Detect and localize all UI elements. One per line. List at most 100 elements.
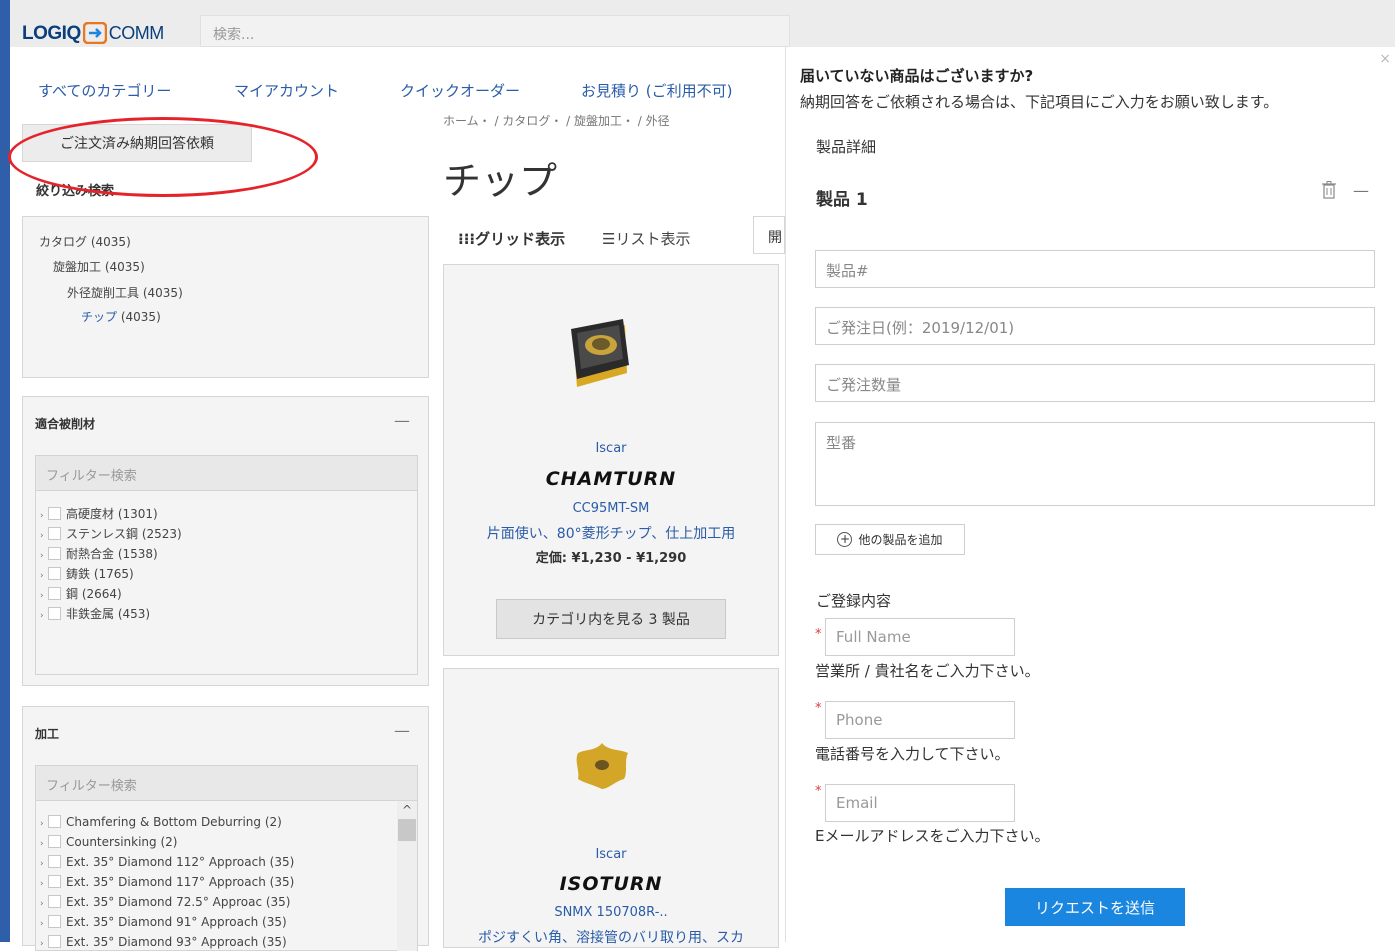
full-name-input[interactable]: Full Name	[825, 618, 1015, 656]
list-icon: ☰	[602, 230, 616, 248]
delivery-inquiry-modal: × 届いていない商品はございますか? 納期回答をご依頼される場合は、下記項目にご…	[785, 47, 1395, 942]
machining-item[interactable]: › Ext. 35° Diamond 72.5° Approac (35)	[40, 895, 290, 909]
checkbox[interactable]	[48, 895, 61, 908]
nav-all-categories[interactable]: すべてのカテゴリー	[38, 80, 171, 101]
checkbox[interactable]	[48, 547, 61, 560]
phone-input[interactable]: Phone	[825, 701, 1015, 739]
product-card[interactable]: Iscar ISOTURN SNMX 150708R-.. ポジすくい角、溶接管…	[443, 668, 779, 948]
machining-filter-input[interactable]: フィルター検索	[35, 765, 418, 801]
machining-item[interactable]: › Countersinking (2)	[40, 835, 177, 849]
order-date-input[interactable]: ご発注日(例：2019/12/01)	[815, 307, 1375, 345]
logo-arrow-icon	[82, 22, 107, 44]
add-product-button[interactable]: + 他の製品を追加	[815, 524, 965, 555]
material-item[interactable]: › ステンレス鋼 (2523)	[40, 525, 182, 542]
product-code[interactable]: SNMX 150708R-..	[444, 905, 778, 920]
required-asterisk: *	[815, 627, 822, 642]
collapse-icon[interactable]: —	[1353, 181, 1369, 200]
product-series-logo: CHAMTURN	[545, 468, 677, 490]
machining-item[interactable]: › Ext. 35° Diamond 117° Approach (35)	[40, 875, 294, 889]
insert-chip-image	[576, 743, 628, 789]
machining-item[interactable]: › Ext. 35° Diamond 91° Approach (35)	[40, 915, 287, 929]
product-number-heading: 製品 1	[816, 190, 868, 210]
product-description[interactable]: 片面使い、80°菱形チップ、仕上加工用	[444, 523, 778, 543]
scroll-up-icon[interactable]: ^	[397, 801, 417, 817]
page-title: チップ	[443, 159, 558, 203]
machining-item[interactable]: › Ext. 35° Diamond 112° Approach (35)	[40, 855, 294, 869]
checkbox[interactable]	[48, 835, 61, 848]
order-quantity-input[interactable]: ご発注数量	[815, 364, 1375, 402]
email-hint: Eメールアドレスをご入力下さい。	[815, 827, 1050, 845]
grid-view-toggle[interactable]: ⁝⁝⁝グリッド表示	[458, 228, 565, 249]
red-annotation-circle	[8, 117, 318, 197]
logo[interactable]: LOGIQ COMM	[22, 22, 164, 45]
product-price: 定価: ¥1,230 - ¥1,290	[535, 551, 687, 566]
modal-subtitle: 納期回答をご依頼される場合は、下記項目にご入力をお願い致します。	[800, 93, 1279, 111]
plus-circle-icon: +	[837, 532, 853, 547]
material-filter-section: 適合被削材 — フィルター検索 › 高硬度材 (1301) › ステンレス鋼 (25…	[22, 396, 429, 686]
product-details-heading: 製品詳細	[816, 138, 877, 156]
category-lathe[interactable]: 旋盤加工 (4035)	[53, 258, 145, 275]
checkbox[interactable]	[48, 855, 61, 868]
product-brand[interactable]: Iscar	[444, 847, 778, 862]
material-title: 適合被削材	[35, 417, 96, 431]
trash-icon[interactable]	[1322, 181, 1336, 199]
nav-quote[interactable]: お見積り (ご利用不可)	[581, 80, 732, 101]
modal-title: 届いていない商品はございますか?	[800, 67, 1034, 85]
material-item[interactable]: › 非鉄金属 (453)	[40, 605, 150, 622]
close-icon[interactable]: ×	[1379, 51, 1391, 67]
machining-title: 加工	[35, 727, 60, 741]
scrollbar[interactable]: ^	[397, 801, 417, 951]
material-item[interactable]: › 鋳鉄 (1765)	[40, 565, 134, 582]
machining-item[interactable]: › Chamfering & Bottom Deburring (2)	[40, 815, 282, 829]
checkbox[interactable]	[48, 915, 61, 928]
model-number-textarea[interactable]: 型番	[815, 422, 1375, 506]
product-series-logo: ISOTURN	[559, 873, 663, 895]
product-description[interactable]: ポジすくい角、溶接管のバリ取り用、スカ	[444, 927, 778, 947]
material-item[interactable]: › 鋼 (2664)	[40, 585, 122, 602]
submit-request-button[interactable]: リクエストを送信	[1005, 888, 1185, 926]
view-category-button[interactable]: カテゴリ内を見る 3 製品	[496, 599, 726, 639]
checkbox[interactable]	[48, 607, 61, 620]
logo-text-right: COMM	[108, 23, 165, 43]
product-number-input[interactable]: 製品#	[815, 250, 1375, 288]
full-name-hint: 営業所 / 貴社名をご入力下さい。	[815, 662, 1040, 680]
product-card[interactable]: Iscar CHAMTURN CC95MT-SM 片面使い、80°菱形チップ、仕…	[443, 264, 779, 656]
material-item[interactable]: › 高硬度材 (1301)	[40, 505, 158, 522]
category-tree: カタログ (4035) 旋盤加工 (4035) 外径旋削工具 (4035) チッ…	[22, 216, 429, 378]
search-input[interactable]: 検索...	[200, 15, 790, 47]
nav-my-account[interactable]: マイアカウント	[234, 80, 339, 101]
logo-text-left: LOGIQ	[22, 23, 81, 44]
checkbox[interactable]	[48, 527, 61, 540]
category-catalog[interactable]: カタログ (4035)	[39, 233, 131, 250]
machining-filter-section: 加工 — フィルター検索 ^ › Chamfering & Bottom Debu…	[22, 706, 429, 951]
email-input[interactable]: Email	[825, 784, 1015, 822]
checkbox[interactable]	[48, 507, 61, 520]
sort-dropdown[interactable]: 開	[753, 216, 785, 254]
header-bar: LOGIQ COMM 検索...	[10, 0, 1395, 47]
checkbox[interactable]	[48, 567, 61, 580]
category-chip[interactable]: チップ (4035)	[81, 308, 161, 325]
material-item[interactable]: › 耐熱合金 (1538)	[40, 545, 158, 562]
registration-heading: ご登録内容	[816, 592, 892, 610]
checkbox[interactable]	[48, 815, 61, 828]
collapse-icon[interactable]: —	[394, 411, 410, 430]
product-code[interactable]: CC95MT-SM	[444, 501, 778, 516]
scroll-thumb[interactable]	[398, 819, 416, 841]
machining-item[interactable]: › Ext. 35° Diamond 93° Approach (35)	[40, 935, 287, 949]
material-list: › 高硬度材 (1301) › ステンレス鋼 (2523) › 耐熱合金 (1538)…	[35, 491, 418, 675]
required-asterisk: *	[815, 784, 822, 799]
product-brand[interactable]: Iscar	[444, 441, 778, 456]
nav-quick-order[interactable]: クイックオーダー	[400, 80, 520, 101]
insert-chip-image	[571, 319, 629, 387]
window-edge	[0, 0, 10, 942]
checkbox[interactable]	[48, 587, 61, 600]
machining-list: ^ › Chamfering & Bottom Deburring (2) › Co…	[35, 801, 418, 951]
grid-icon: ⁝⁝⁝	[458, 230, 476, 248]
collapse-icon[interactable]: —	[394, 721, 410, 740]
breadcrumb[interactable]: ホーム・ / カタログ・ / 旋盤加工・ / 外径	[443, 112, 670, 129]
list-view-toggle[interactable]: ☰リスト表示	[602, 228, 690, 249]
category-od-turning[interactable]: 外径旋削工具 (4035)	[67, 284, 183, 301]
checkbox[interactable]	[48, 875, 61, 888]
required-asterisk: *	[815, 701, 822, 716]
material-filter-input[interactable]: フィルター検索	[35, 455, 418, 491]
